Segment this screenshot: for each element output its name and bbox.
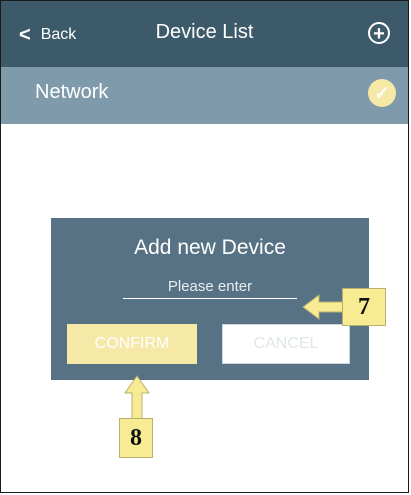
page-title: Device List xyxy=(155,21,254,43)
confirm-button[interactable]: CONFIRM xyxy=(67,324,197,364)
step-7-callout: 7 xyxy=(342,288,386,326)
plus-circle-icon[interactable]: + xyxy=(368,22,390,44)
dialog-title: Add new Device xyxy=(134,236,286,259)
network-label: Network xyxy=(35,81,109,103)
check-circle-icon: ✓ xyxy=(368,79,396,107)
network-bar[interactable]: Network ✓ xyxy=(1,67,408,124)
arrow-left-icon xyxy=(302,294,344,320)
top-bar: < Back Device List + xyxy=(1,1,408,67)
step-8-callout: 8 xyxy=(119,418,153,458)
device-name-input[interactable] xyxy=(123,274,297,299)
cancel-button[interactable]: CANCEL xyxy=(222,324,350,364)
arrow-up-icon xyxy=(124,375,150,421)
